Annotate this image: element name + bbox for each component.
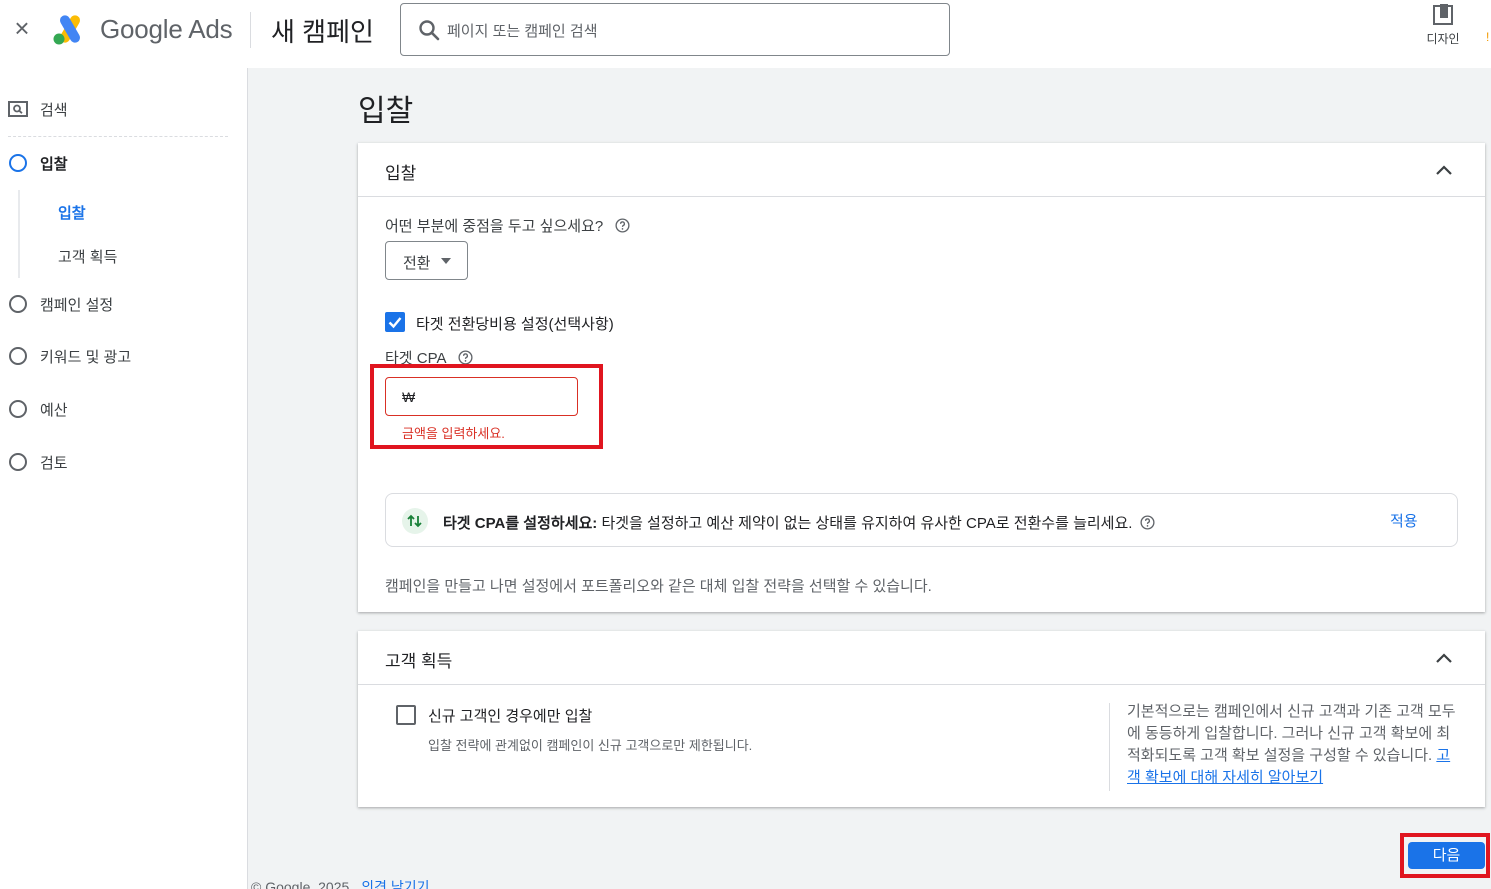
step-circle-icon [9,400,27,418]
target-cpa-checkbox[interactable] [385,312,405,332]
currency-symbol: ₩ [402,389,416,405]
new-customers-checkbox-label[interactable]: 신규 고객인 경우에만 입찰 [428,705,592,726]
search-icon [419,20,440,41]
sub-nav-bidding[interactable]: 입찰 [58,202,86,223]
target-cpa-error: 금액을 입력하세요. [402,426,505,441]
customer-acquisition-card: 고객 획득 신규 고객인 경우에만 입찰 입찰 전략에 관계없이 캠페인이 신규… [358,631,1485,807]
top-bar: × Google Ads 새 캠페인 디자인 ! [0,0,1491,68]
search-box[interactable] [400,3,950,56]
card-title: 고객 획득 [385,652,453,671]
sub-nav-customer-acquisition[interactable]: 고객 획득 [58,246,117,267]
layout-icon [1433,4,1453,25]
feedback-link[interactable]: 의견 남기기 [361,879,429,889]
target-cpa-label-row: 타겟 CPA [385,347,473,368]
trend-arrows-icon [402,508,428,534]
acquisition-card-header[interactable]: 고객 획득 [358,631,1485,685]
sub-nav-line [18,190,20,278]
sidebar-item-keywords-ads[interactable]: 키워드 및 광고 [0,336,247,376]
close-icon[interactable]: × [10,15,34,41]
recommendation-bold: 타겟 CPA를 설정하세요: [443,515,598,532]
sidebar-item-review[interactable]: 검토 [0,442,247,482]
chevron-up-icon[interactable] [1433,159,1455,181]
search-input[interactable] [447,18,927,44]
bidding-card: 입찰 어떤 부분에 중점을 두고 싶으세요? 전환 타겟 전환당비용 설정(선택… [358,143,1485,612]
sidebar-item-label: 키워드 및 광고 [40,348,132,366]
sidebar-item-budget[interactable]: 예산 [0,389,247,429]
step-circle-icon [9,295,27,313]
next-button[interactable]: 다음 [1408,842,1485,869]
apply-button[interactable]: 적용 [1390,510,1418,531]
design-button[interactable]: 디자인 [1418,2,1468,50]
focus-dropdown-value: 전환 [403,255,431,272]
recommendation-body: 타겟을 설정하고 예산 제약이 없는 상태를 유지하여 유사한 CPA로 전환수… [597,515,1133,532]
cut-off-indicator: ! [1486,30,1490,44]
acquisition-divider [1109,703,1110,791]
sidebar-item-label: 검토 [40,454,68,472]
sidebar-divider [8,136,228,137]
sidebar-item-label: 캠페인 설정 [40,296,114,314]
chevron-up-icon[interactable] [1433,647,1455,669]
bidding-card-header[interactable]: 입찰 [358,143,1485,197]
footer: © Google, 2025. 의견 남기기 [251,877,429,889]
new-customers-description: 입찰 전략에 관계없이 캠페인이 신규 고객으로만 제한됩니다. [428,738,753,753]
google-ads-logo [53,15,80,45]
new-customers-checkbox[interactable] [396,705,416,725]
focus-dropdown[interactable]: 전환 [385,241,468,280]
step-circle-icon [9,347,27,365]
target-cpa-input[interactable] [422,386,572,408]
target-cpa-checkbox-label[interactable]: 타겟 전환당비용 설정(선택사항) [416,313,614,334]
recommendation-text: 타겟 CPA를 설정하세요: 타겟을 설정하고 예산 제약이 없는 상태를 유지… [443,512,1155,533]
copyright: © Google, 2025. [251,879,354,889]
acquisition-info: 기본적으로는 캠페인에서 신규 고객과 기존 고객 모두에 동등하게 입찰합니다… [1127,701,1457,789]
step-circle-icon [9,154,27,172]
help-icon[interactable] [615,218,630,233]
caret-down-icon [441,258,451,264]
checkmark-icon [388,317,402,329]
acquisition-info-text: 기본적으로는 캠페인에서 신규 고객과 기존 고객 모두에 동등하게 입찰합니다… [1127,703,1456,764]
focus-question-text: 어떤 부분에 중점을 두고 싶으세요? [385,218,604,235]
focus-question: 어떤 부분에 중점을 두고 싶으세요? [385,215,630,236]
sidebar-item-label: 입찰 [40,155,68,173]
sidebar-item-label: 예산 [40,401,68,419]
target-cpa-field[interactable]: ₩ [385,377,578,416]
help-icon[interactable] [458,350,473,365]
sidebar-item-label: 검색 [40,101,68,119]
brand-name: Google Ads [100,14,233,44]
sidebar-item-campaign-settings[interactable]: 캠페인 설정 [0,284,247,324]
search-page-icon [8,101,28,117]
recommendation-banner: 타겟 CPA를 설정하세요: 타겟을 설정하고 예산 제약이 없는 상태를 유지… [385,493,1458,547]
card-title: 입찰 [385,164,417,183]
help-icon[interactable] [1140,515,1155,530]
sidebar-item-bidding[interactable]: 입찰 [0,143,247,183]
design-label: 디자인 [1426,32,1460,46]
page-title: 입찰 [358,95,414,128]
header-divider [250,12,251,48]
sidebar-item-search[interactable]: 검색 [0,89,247,129]
step-circle-icon [9,453,27,471]
campaign-title: 새 캠페인 [271,17,374,47]
target-cpa-label: 타겟 CPA [385,350,446,367]
sidebar: 검색 입찰 입찰 고객 획득 캠페인 설정 키워드 및 광고 예산 검토 [0,68,248,889]
bidding-note: 캠페인을 만들고 나면 설정에서 포트폴리오와 같은 대체 입찰 전략을 선택할… [385,578,932,595]
